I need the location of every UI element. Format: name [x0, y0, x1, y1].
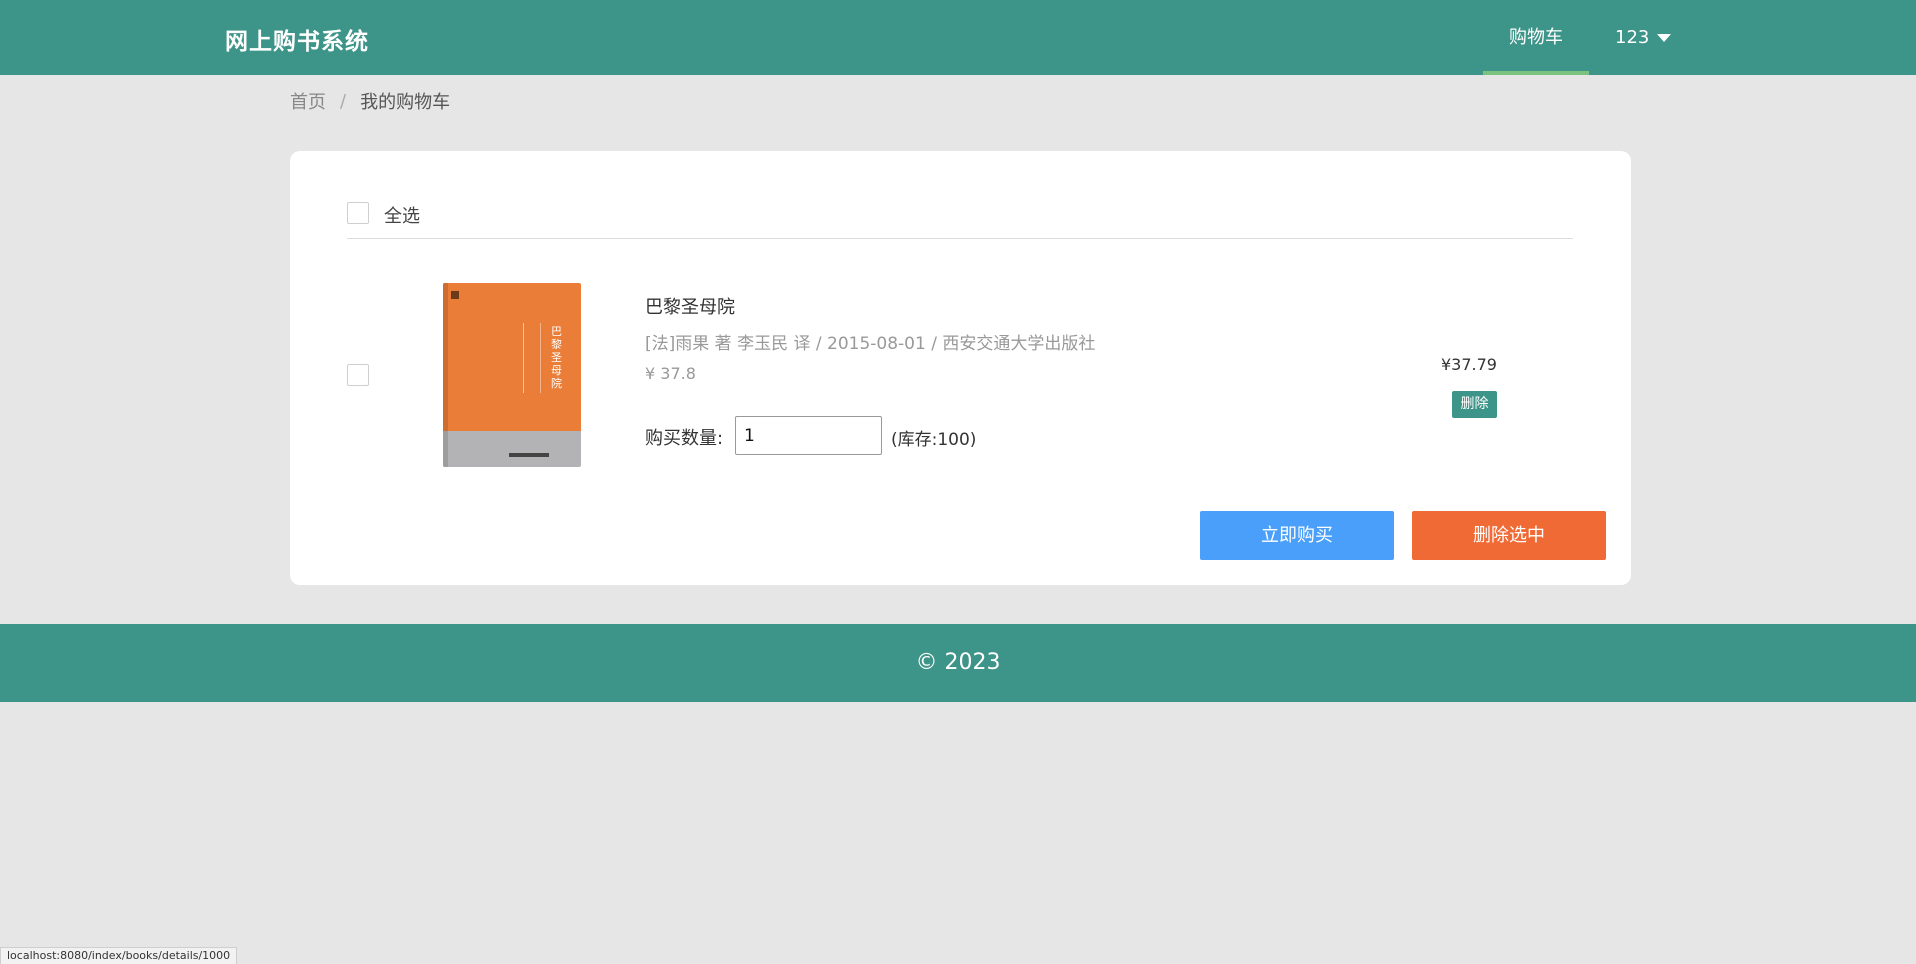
- delete-item-button[interactable]: 删除: [1452, 391, 1497, 418]
- nav-cart-link[interactable]: 购物车: [1483, 0, 1589, 75]
- site-logo[interactable]: 网上购书系统: [225, 22, 369, 56]
- cart-panel: 全选 巴黎圣母院 巴黎圣母院 [法]雨果 著 李玉民 译 / 2015-08-0…: [290, 151, 1631, 585]
- cover-bottom: [443, 431, 581, 467]
- divider: [347, 238, 1573, 239]
- cover-title: 巴黎圣母院: [551, 325, 562, 390]
- stock-info: (库存:100): [891, 430, 977, 450]
- select-all-checkbox[interactable]: [347, 202, 369, 224]
- delete-selected-button[interactable]: 删除选中: [1412, 511, 1606, 560]
- breadcrumb-separator: /: [340, 90, 347, 112]
- user-name: 123: [1615, 27, 1650, 48]
- book-unit-price: ¥ 37.8: [645, 364, 696, 383]
- cover-publisher-mark: [509, 453, 549, 457]
- footer-copyright: © 2023: [0, 624, 1916, 702]
- breadcrumb: 首页 / 我的购物车: [290, 88, 450, 114]
- top-navbar: 网上购书系统 购物车 123: [0, 0, 1916, 75]
- item-subtotal: ¥37.79: [1441, 355, 1497, 374]
- breadcrumb-current: 我的购物车: [360, 92, 451, 113]
- book-cover-image[interactable]: 巴黎圣母院: [443, 283, 581, 467]
- select-all-label: 全选: [384, 206, 420, 227]
- book-title-link[interactable]: 巴黎圣母院: [645, 293, 735, 319]
- browser-status-url: localhost:8080/index/books/details/1000: [0, 947, 238, 964]
- quantity-label: 购买数量:: [645, 428, 724, 449]
- publisher-badge-icon: [451, 291, 459, 299]
- quantity-input[interactable]: [735, 416, 882, 455]
- buy-now-button[interactable]: 立即购买: [1200, 511, 1394, 560]
- breadcrumb-home[interactable]: 首页: [290, 88, 326, 114]
- book-meta: [法]雨果 著 李玉民 译 / 2015-08-01 / 西安交通大学出版社: [645, 334, 1096, 354]
- item-checkbox[interactable]: [347, 364, 369, 386]
- caret-down-icon: [1657, 33, 1672, 42]
- user-menu[interactable]: 123: [1615, 0, 1672, 75]
- cover-spine: [443, 283, 448, 467]
- cover-decoration: [523, 323, 541, 393]
